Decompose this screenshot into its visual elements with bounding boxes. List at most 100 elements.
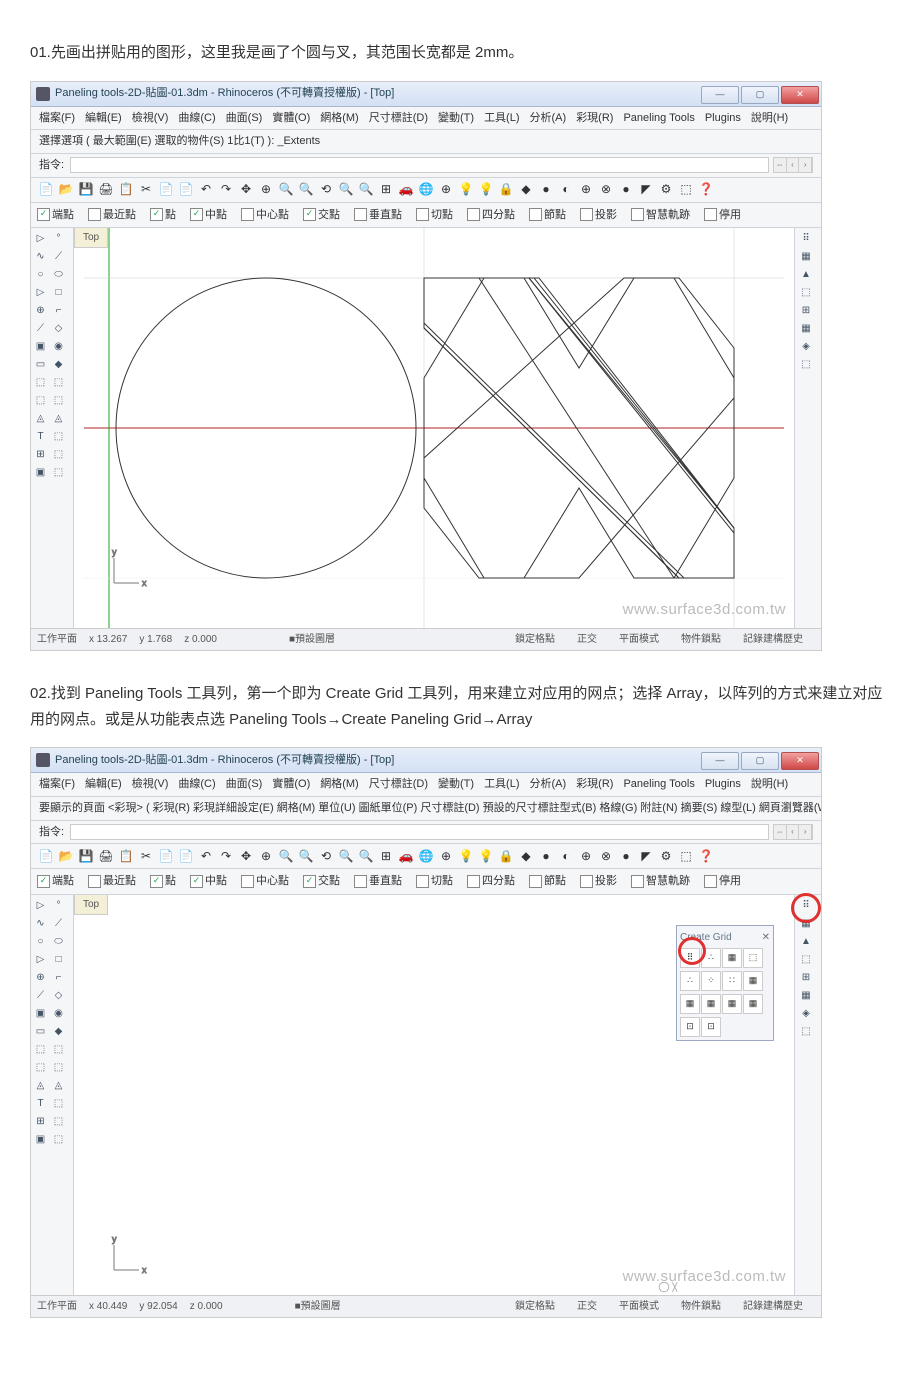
- osnap-option[interactable]: 最近點: [88, 872, 136, 891]
- toolbar-button[interactable]: 🔍: [357, 847, 375, 865]
- menu-item[interactable]: Paneling Tools: [623, 112, 694, 124]
- viewport[interactable]: Top x y Create Grid✕ ⠿∴▦⬚∴⁘∷▦▦▦▦▦⊡⊡ www.…: [74, 895, 794, 1295]
- right-toolbar[interactable]: ⠿▦▲⬚⊞▦◈⬚: [794, 228, 821, 628]
- toolbar-button[interactable]: 🔍: [357, 181, 375, 199]
- osnap-option[interactable]: 垂直點: [354, 872, 402, 891]
- sidebar-tool[interactable]: ▷: [32, 951, 49, 968]
- menu-item[interactable]: 編輯(E): [85, 778, 122, 790]
- toolbar-button[interactable]: 💡: [457, 847, 475, 865]
- toolbar-button[interactable]: 🌐: [417, 181, 435, 199]
- sidebar-tool[interactable]: ▣: [32, 1131, 49, 1148]
- toolbar-button[interactable]: ⊕: [437, 847, 455, 865]
- toolbar-button[interactable]: ●: [537, 181, 555, 199]
- sidebar-tool[interactable]: ⬚: [32, 374, 49, 391]
- toolbar-button[interactable]: 📋: [117, 181, 135, 199]
- toolbar-button[interactable]: ◤: [637, 847, 655, 865]
- sidebar-tool[interactable]: ⬚: [50, 1131, 67, 1148]
- command-line[interactable]: 指令: ⇔‹›: [31, 821, 821, 845]
- panel-tab[interactable]: ◈: [796, 338, 816, 355]
- cmd-nav-buttons[interactable]: ⇔‹›: [773, 824, 813, 840]
- toolbar-button[interactable]: 🚗: [397, 181, 415, 199]
- sidebar-tool[interactable]: ◆: [50, 1023, 67, 1040]
- sidebar-tool[interactable]: ⊕: [32, 302, 49, 319]
- sidebar-tool[interactable]: ○: [32, 266, 49, 283]
- grid-tool[interactable]: ⁘: [701, 971, 721, 991]
- toolbar-button[interactable]: ●: [617, 847, 635, 865]
- toolbar-button[interactable]: 💾: [77, 181, 95, 199]
- sidebar-tool[interactable]: ⬚: [32, 1041, 49, 1058]
- sidebar-tool[interactable]: ◬: [50, 1077, 67, 1094]
- sidebar-tool[interactable]: ⬚: [50, 1059, 67, 1076]
- sidebar-tool[interactable]: ◇: [50, 987, 67, 1004]
- sidebar-tool[interactable]: ◬: [32, 410, 49, 427]
- toolbar-button[interactable]: 💡: [457, 181, 475, 199]
- osnap-option[interactable]: 交點: [303, 206, 340, 225]
- close-button[interactable]: ✕: [781, 86, 819, 104]
- menu-item[interactable]: 分析(A): [530, 778, 567, 790]
- osnap-option[interactable]: 切點: [416, 872, 453, 891]
- panel-tab[interactable]: ⬚: [796, 1023, 816, 1040]
- menu-item[interactable]: 實體(O): [272, 112, 310, 124]
- sidebar-tool[interactable]: ▭: [32, 356, 49, 373]
- toolbar-button[interactable]: ⊗: [597, 181, 615, 199]
- toolbar-button[interactable]: ●: [617, 181, 635, 199]
- main-toolbar[interactable]: 📄📂💾🖨📋✂📄📄↶↷✥⊕🔍🔍⟲🔍🔍⊞🚗🌐⊕💡💡🔒◆●◐⊕⊗●◤⚙⬚❓: [31, 178, 821, 203]
- menu-item[interactable]: 彩現(R): [576, 112, 613, 124]
- toolbar-button[interactable]: 📄: [157, 181, 175, 199]
- panel-tab[interactable]: ▦: [796, 248, 816, 265]
- toolbar-button[interactable]: ⊕: [577, 847, 595, 865]
- osnap-option[interactable]: 端點: [37, 206, 74, 225]
- panel-tab[interactable]: ▲: [796, 933, 816, 950]
- toolbar-button[interactable]: 🌐: [417, 847, 435, 865]
- menu-item[interactable]: Paneling Tools: [623, 778, 694, 790]
- menu-bar[interactable]: 檔案(F)編輯(E)檢視(V)曲線(C)曲面(S)實體(O)網格(M)尺寸標註(…: [31, 107, 821, 131]
- toolbar-button[interactable]: ↶: [197, 181, 215, 199]
- osnap-option[interactable]: 停用: [704, 872, 741, 891]
- toolbar-button[interactable]: 🚗: [397, 847, 415, 865]
- sidebar-tool[interactable]: ⬚: [50, 1041, 67, 1058]
- status-toggle[interactable]: 物件鎖點: [681, 1298, 721, 1315]
- menu-item[interactable]: 說明(H): [751, 778, 788, 790]
- menu-item[interactable]: 實體(O): [272, 778, 310, 790]
- osnap-option[interactable]: 四分點: [467, 206, 515, 225]
- menu-item[interactable]: 尺寸標註(D): [369, 778, 428, 790]
- toolbar-button[interactable]: ↷: [217, 847, 235, 865]
- sidebar-tool[interactable]: ⌐: [50, 969, 67, 986]
- sidebar-tool[interactable]: ⬚: [50, 374, 67, 391]
- grid-tool[interactable]: ⊡: [680, 1017, 700, 1037]
- osnap-option[interactable]: 中心點: [241, 872, 289, 891]
- panel-tab[interactable]: ⬚: [796, 356, 816, 373]
- sidebar-tool[interactable]: °: [50, 897, 67, 914]
- cmd-nav-buttons[interactable]: ⇔‹›: [773, 157, 813, 173]
- toolbar-button[interactable]: ⊕: [257, 181, 275, 199]
- sidebar-tool[interactable]: ▣: [32, 464, 49, 481]
- left-toolbar[interactable]: ▷°∿⟋○⬭▷□⊕⌐⟋◇▣◉▭◆⬚⬚⬚⬚◬◬T⬚⊞⬚▣⬚: [31, 228, 74, 628]
- grid-tool[interactable]: ▦: [722, 994, 742, 1014]
- minimize-button[interactable]: —: [701, 86, 739, 104]
- status-toggle[interactable]: 正交: [577, 631, 597, 648]
- status-toggle[interactable]: 記錄建構歷史: [743, 1298, 803, 1315]
- menu-item[interactable]: 說明(H): [751, 112, 788, 124]
- panel-tab[interactable]: ▦: [796, 320, 816, 337]
- sidebar-tool[interactable]: □: [50, 284, 67, 301]
- menu-item[interactable]: 檔案(F): [39, 778, 75, 790]
- osnap-option[interactable]: 節點: [529, 872, 566, 891]
- sidebar-tool[interactable]: ▷: [32, 897, 49, 914]
- status-toggle[interactable]: 物件鎖點: [681, 631, 721, 648]
- sidebar-tool[interactable]: ⬚: [50, 1113, 67, 1130]
- sidebar-tool[interactable]: ▣: [32, 1005, 49, 1022]
- toolbar-button[interactable]: 🔍: [277, 847, 295, 865]
- sidebar-tool[interactable]: ⟋: [32, 987, 49, 1004]
- menu-item[interactable]: 檢視(V): [132, 112, 169, 124]
- toolbar-button[interactable]: 💡: [477, 181, 495, 199]
- toolbar-button[interactable]: ↶: [197, 847, 215, 865]
- panel-tab[interactable]: ⊞: [796, 969, 816, 986]
- toolbar-button[interactable]: 🔒: [497, 847, 515, 865]
- sidebar-tool[interactable]: ◬: [32, 1077, 49, 1094]
- toolbar-button[interactable]: 🔍: [297, 847, 315, 865]
- osnap-option[interactable]: 智慧軌跡: [631, 206, 690, 225]
- menu-item[interactable]: 尺寸標註(D): [369, 112, 428, 124]
- toolbar-button[interactable]: ✂: [137, 847, 155, 865]
- panel-tab[interactable]: ◈: [796, 1005, 816, 1022]
- sidebar-tool[interactable]: T: [32, 1095, 49, 1112]
